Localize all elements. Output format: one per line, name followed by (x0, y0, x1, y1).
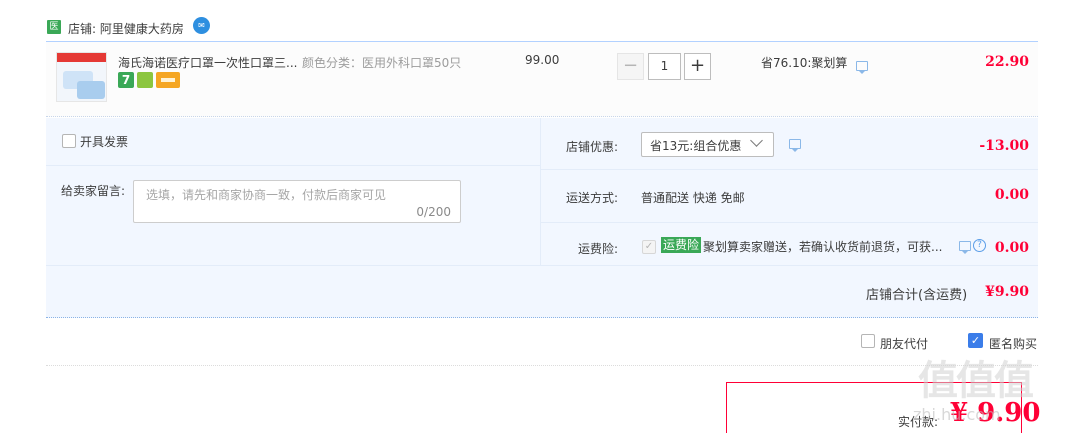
row-divider (46, 265, 1038, 266)
shipping-value: 普通配送 快递 免邮 (641, 191, 745, 205)
shop-discount-value[interactable]: 省13元:组合优惠 (650, 137, 741, 154)
invoice-label[interactable]: 开具发票 (80, 133, 128, 150)
quantity-increase-button[interactable]: + (684, 53, 711, 80)
quantity-input[interactable]: 1 (648, 53, 681, 80)
product-thumbnail[interactable] (56, 52, 107, 102)
watermark-url: zhi.hu.com (913, 405, 1001, 424)
shop-discount-amount: -13.00 (979, 138, 1029, 154)
help-icon[interactable]: ? (973, 239, 986, 252)
watermark: 值值值 (918, 358, 1034, 404)
row-divider (541, 169, 1038, 170)
row-divider (46, 165, 540, 166)
panel-divider (540, 118, 541, 265)
item-saving: 省76.10:聚划算 (761, 56, 848, 70)
item-total: 22.90 (985, 54, 1029, 70)
item-title[interactable]: 海氏海诺医疗口罩一次性口罩三... (118, 54, 297, 71)
shop-total-label: 店铺合计(含运费) (866, 288, 968, 303)
insurance-amount: 0.00 (994, 240, 1029, 256)
comment-icon[interactable] (789, 139, 801, 152)
shop-icon: 医 (47, 20, 61, 34)
message-char-count: 0/200 (416, 205, 451, 219)
item-spec: 颜色分类：医用外科口罩50只 (302, 56, 462, 70)
insurance-tag: 运费险 (661, 237, 702, 253)
message-placeholder: 选填，请先和商家协商一致，付款后商家可见 (146, 188, 387, 202)
anonymous-checkbox[interactable]: ✓ (968, 333, 983, 348)
friend-pay-checkbox[interactable] (861, 334, 875, 348)
insurance-label: 运费险: (578, 242, 619, 256)
guarantee-icon (137, 72, 153, 88)
seven-day-return-icon: 7 (118, 72, 134, 88)
insurance-text: 聚划算卖家赠送，若确认收货前退货，可获... (703, 240, 943, 254)
shipping-label: 运送方式: (566, 191, 619, 205)
message-label: 给卖家留言: (61, 184, 126, 198)
shop-total-value: ¥9.90 (985, 284, 1029, 300)
credit-card-icon (156, 72, 180, 88)
unit-price: 99.00 (525, 53, 560, 67)
row-divider (541, 222, 1038, 223)
shop-discount-label: 店铺优惠: (566, 140, 619, 154)
comment-icon[interactable] (959, 241, 971, 254)
shipping-amount: 0.00 (994, 187, 1029, 203)
invoice-checkbox[interactable] (62, 134, 76, 148)
insurance-checkbox[interactable]: ✓ (642, 240, 656, 254)
shop-name[interactable]: 店铺: 阿里健康大药房 (68, 20, 184, 37)
quantity-decrease-button[interactable]: − (617, 53, 644, 80)
section-divider (46, 365, 1038, 366)
wangwang-chat-icon[interactable]: ✉ (193, 17, 210, 34)
comment-icon[interactable] (856, 61, 868, 74)
